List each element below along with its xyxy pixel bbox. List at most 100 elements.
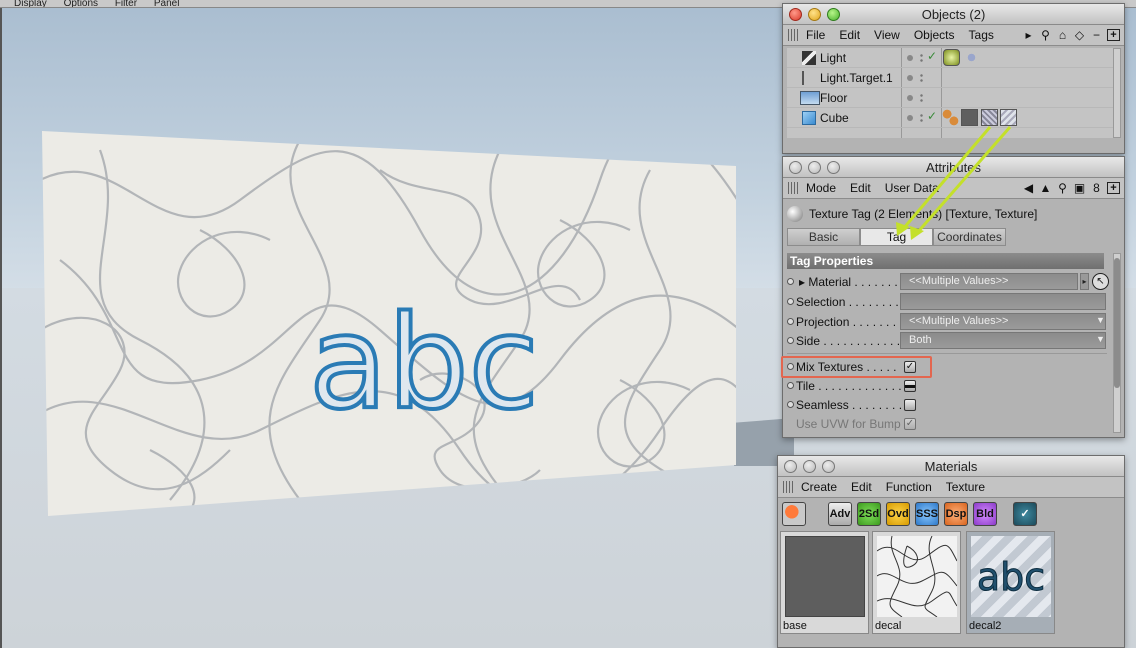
menu-edit[interactable]: Edit	[839, 28, 860, 42]
render-plugin-icon[interactable]: ✓	[1013, 502, 1037, 526]
texture-tag-decal-icon[interactable]	[981, 109, 998, 126]
visibility-dots[interactable]	[920, 53, 923, 63]
search-icon[interactable]: ⚲	[1056, 181, 1069, 195]
menu-filter[interactable]: Filter	[115, 0, 137, 7]
visibility-dots[interactable]	[920, 113, 923, 123]
materials-title: Materials	[924, 459, 978, 474]
texture-tag-base-icon[interactable]	[961, 109, 978, 126]
layer-dot[interactable]	[907, 55, 913, 61]
objects-scrollbar[interactable]	[1113, 48, 1121, 138]
projection-dropdown[interactable]: <<Multiple Values>>	[900, 313, 1106, 330]
objects-titlebar[interactable]: Objects (2)	[783, 4, 1124, 25]
materials-window: Materials Create Edit Function Texture A…	[777, 455, 1125, 648]
menu-user-data[interactable]: User Data	[885, 181, 939, 195]
animate-radio[interactable]	[787, 337, 794, 344]
layer-dot[interactable]	[907, 115, 913, 121]
prop-selection: Selection . . . . . . . .	[787, 293, 1107, 311]
material-name: decal	[875, 620, 902, 632]
bld-button[interactable]: Bld	[973, 502, 997, 526]
animate-radio[interactable]	[787, 278, 794, 285]
eye-icon[interactable]: ◇	[1073, 28, 1086, 42]
section-header: Tag Properties	[787, 253, 1104, 269]
phong-tag-icon[interactable]	[942, 109, 959, 126]
sss-button[interactable]: SSS	[915, 502, 939, 526]
grip-icon[interactable]	[788, 182, 798, 194]
ovd-button[interactable]: Ovd	[886, 502, 910, 526]
animate-radio[interactable]	[787, 382, 794, 389]
lens-flare-tag-icon[interactable]	[963, 49, 980, 66]
menu-view[interactable]: View	[874, 28, 900, 42]
new-panel-icon[interactable]: +	[1107, 29, 1120, 41]
selection-field[interactable]	[900, 293, 1106, 310]
objects-title: Objects (2)	[921, 7, 986, 22]
menu-options[interactable]: Options	[64, 0, 98, 7]
menu-texture[interactable]: Texture	[946, 480, 985, 494]
menu-mode[interactable]: Mode	[806, 181, 836, 195]
adv-button[interactable]: Adv	[828, 502, 852, 526]
enabled-check-icon[interactable]: ✓	[927, 49, 937, 63]
back-arrow-icon[interactable]: ◀	[1022, 181, 1035, 195]
up-arrow-icon[interactable]: ▲	[1039, 181, 1052, 195]
light-icon	[802, 51, 816, 65]
link-icon[interactable]: 8	[1090, 181, 1103, 195]
visibility-dots[interactable]	[920, 93, 923, 103]
new-panel-icon[interactable]: +	[1107, 182, 1120, 194]
object-name: Floor	[820, 91, 848, 105]
object-row-light-target[interactable]: Light.Target.1	[787, 68, 1120, 88]
menu-edit[interactable]: Edit	[851, 480, 872, 494]
animate-radio[interactable]	[787, 298, 794, 305]
material-decal[interactable]: decal	[872, 531, 961, 634]
visibility-dots[interactable]	[920, 73, 923, 83]
pick-material-icon[interactable]: ↖	[1092, 273, 1109, 290]
prop-tile: Tile . . . . . . . . . . . . . ▬	[787, 377, 1107, 395]
layer-dot[interactable]	[907, 95, 913, 101]
object-list: Light ✓ Light.Target.1 Floor Cube ✓	[787, 48, 1120, 138]
grip-icon[interactable]	[788, 29, 798, 41]
menu-panel[interactable]: Panel	[154, 0, 180, 7]
animate-radio[interactable]	[787, 318, 794, 325]
2sd-button[interactable]: 2Sd	[857, 502, 881, 526]
menu-edit[interactable]: Edit	[850, 181, 871, 195]
dsp-button[interactable]: Dsp	[944, 502, 968, 526]
menu-create[interactable]: Create	[801, 480, 837, 494]
search-icon[interactable]: ⚲	[1039, 28, 1052, 42]
layer-dot[interactable]	[907, 75, 913, 81]
texture-tag-decal2-icon[interactable]	[1000, 109, 1017, 126]
expand-arrow-icon[interactable]: ▸	[799, 275, 805, 289]
material-field[interactable]: <<Multiple Values>>	[900, 273, 1078, 290]
more-arrow-icon[interactable]: ▸	[1022, 28, 1035, 42]
enabled-check-icon[interactable]: ✓	[927, 109, 937, 123]
prop-material: ▸ Material . . . . . . . <<Multiple Valu…	[787, 273, 1109, 291]
menu-objects[interactable]: Objects	[914, 28, 955, 42]
tab-tag[interactable]: Tag	[860, 228, 933, 246]
minus-icon[interactable]: −	[1090, 28, 1103, 42]
menu-file[interactable]: File	[806, 28, 825, 42]
material-decal2[interactable]: abc decal2	[966, 531, 1055, 634]
object-row-floor[interactable]: Floor	[787, 88, 1120, 108]
tab-coordinates[interactable]: Coordinates	[933, 228, 1006, 246]
grip-icon[interactable]	[783, 481, 793, 493]
seamless-checkbox[interactable]	[904, 399, 916, 411]
target-icon	[802, 71, 816, 85]
home-icon[interactable]: ⌂	[1056, 28, 1069, 42]
animate-radio[interactable]	[787, 401, 794, 408]
side-label: Side	[796, 334, 821, 348]
scroll-thumb[interactable]	[1114, 258, 1120, 388]
object-row-light[interactable]: Light ✓	[787, 48, 1120, 68]
menu-tags[interactable]: Tags	[969, 28, 994, 42]
material-arrow-icon[interactable]: ▸	[1080, 273, 1089, 290]
tab-basic[interactable]: Basic	[787, 228, 860, 246]
tile-checkbox[interactable]: ▬	[904, 380, 916, 392]
target-tag-icon[interactable]	[943, 49, 960, 66]
material-base[interactable]: base	[780, 531, 869, 634]
prop-seamless: Seamless . . . . . . . .	[787, 396, 1107, 414]
menu-function[interactable]: Function	[886, 480, 932, 494]
side-dropdown[interactable]: Both	[900, 332, 1106, 349]
attributes-titlebar[interactable]: Attributes	[783, 157, 1124, 178]
menu-display[interactable]: Display	[14, 0, 47, 7]
object-row-cube[interactable]: Cube ✓	[787, 108, 1120, 128]
lock-icon[interactable]: ▣	[1073, 181, 1086, 195]
materials-titlebar[interactable]: Materials	[778, 456, 1124, 477]
attributes-scrollbar[interactable]	[1113, 253, 1121, 433]
new-material-icon[interactable]	[782, 502, 806, 526]
